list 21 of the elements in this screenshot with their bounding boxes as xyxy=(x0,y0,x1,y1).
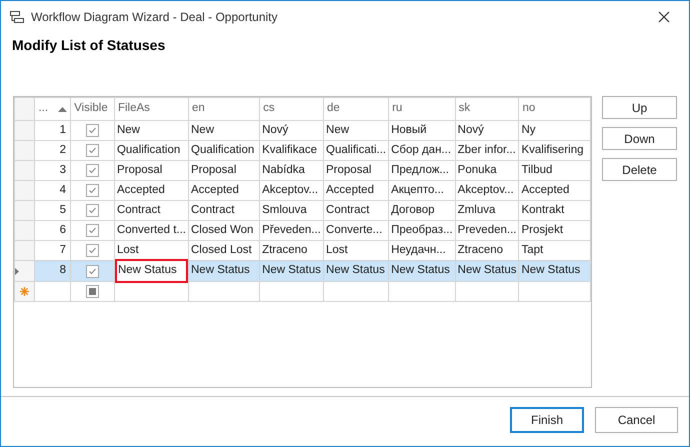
new-row-icon xyxy=(20,287,30,296)
checkbox[interactable] xyxy=(86,264,99,278)
side-button[interactable]: Delete xyxy=(602,158,677,181)
checkbox[interactable] xyxy=(86,144,99,157)
editing-cell[interactable]: New Status xyxy=(114,259,188,283)
side-button[interactable]: Up xyxy=(602,96,677,119)
checkbox[interactable] xyxy=(86,184,99,197)
close-icon[interactable] xyxy=(658,10,670,22)
checkbox[interactable] xyxy=(86,164,99,177)
checkbox[interactable] xyxy=(86,224,99,237)
window-icon xyxy=(10,10,24,22)
dialog-button[interactable]: Cancel xyxy=(595,407,678,433)
checkbox[interactable] xyxy=(86,244,99,257)
checkbox[interactable] xyxy=(86,124,99,137)
dialog-button[interactable]: Finish xyxy=(510,407,584,433)
side-button[interactable]: Down xyxy=(602,127,677,150)
window-title: Workflow Diagram Wizard - Deal - Opportunity xyxy=(31,8,278,26)
checkbox[interactable] xyxy=(86,204,99,217)
row-pointer-icon xyxy=(15,268,19,274)
checkbox[interactable] xyxy=(86,285,99,298)
page-heading: Modify List of Statuses xyxy=(12,36,166,55)
